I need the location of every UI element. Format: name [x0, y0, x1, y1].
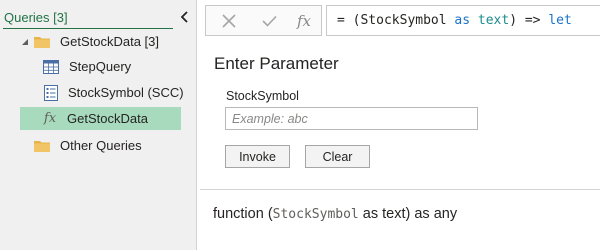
chevron-left-icon — [180, 11, 188, 23]
parameter-icon — [44, 84, 58, 101]
formula-text: = (StockSymbol — [337, 13, 455, 28]
formula-type-text: text — [477, 13, 510, 28]
queries-pane: Queries [3] GetStockData [3] StepQuery S… — [0, 0, 197, 250]
close-icon — [222, 13, 236, 28]
expanded-triangle-icon[interactable] — [20, 37, 30, 47]
signature-prefix: function ( — [213, 206, 273, 222]
section-divider — [200, 189, 600, 190]
invoke-button[interactable]: Invoke — [225, 145, 290, 168]
tree-item-label: StepQuery — [69, 59, 132, 74]
tree-item-label: Other Queries — [60, 138, 142, 153]
tree-item-label: GetStockData [3] — [60, 34, 159, 49]
insert-function-button[interactable]: fx — [290, 6, 318, 35]
checkmark-icon — [261, 15, 277, 27]
confirm-formula-button[interactable] — [254, 6, 284, 35]
formula-input[interactable]: = (StockSymbol as text) => let — [326, 5, 600, 36]
table-icon — [43, 59, 59, 74]
function-signature: function (StockSymbol as text) as any — [213, 206, 457, 222]
tree-item-stocksymbol[interactable]: StockSymbol (SCC) — [44, 81, 194, 104]
clear-button[interactable]: Clear — [305, 145, 370, 168]
function-icon: fx — [43, 111, 57, 126]
cancel-formula-button[interactable] — [214, 6, 244, 35]
tree-item-label: GetStockData — [67, 111, 148, 126]
queries-pane-title: Queries [3] — [4, 10, 68, 25]
tree-folder-getstockdata[interactable]: GetStockData [3] — [34, 30, 194, 53]
formula-keyword-as: as — [454, 13, 471, 28]
formula-arrow: ) => — [509, 13, 549, 28]
parameter-label: StockSymbol — [226, 89, 299, 103]
tree-item-getstockdata-function[interactable]: fx GetStockData — [20, 107, 181, 130]
formula-bar-buttons: fx — [205, 5, 322, 36]
stocksymbol-input[interactable] — [225, 107, 478, 130]
queries-pane-header: Queries [3] — [3, 8, 193, 30]
enter-parameter-title: Enter Parameter — [214, 54, 339, 73]
formula-keyword-let: let — [548, 13, 572, 28]
folder-icon — [34, 140, 50, 152]
collapse-pane-button[interactable] — [176, 8, 192, 26]
tree-folder-other-queries[interactable]: Other Queries — [34, 134, 194, 157]
pane-header-underline — [3, 28, 173, 29]
signature-param: StockSymbol — [272, 207, 359, 222]
signature-suffix: as text) as any — [358, 206, 458, 222]
tree-item-label: StockSymbol (SCC) — [68, 85, 184, 100]
tree-item-stepquery[interactable]: StepQuery — [43, 55, 193, 78]
folder-icon — [34, 36, 50, 48]
